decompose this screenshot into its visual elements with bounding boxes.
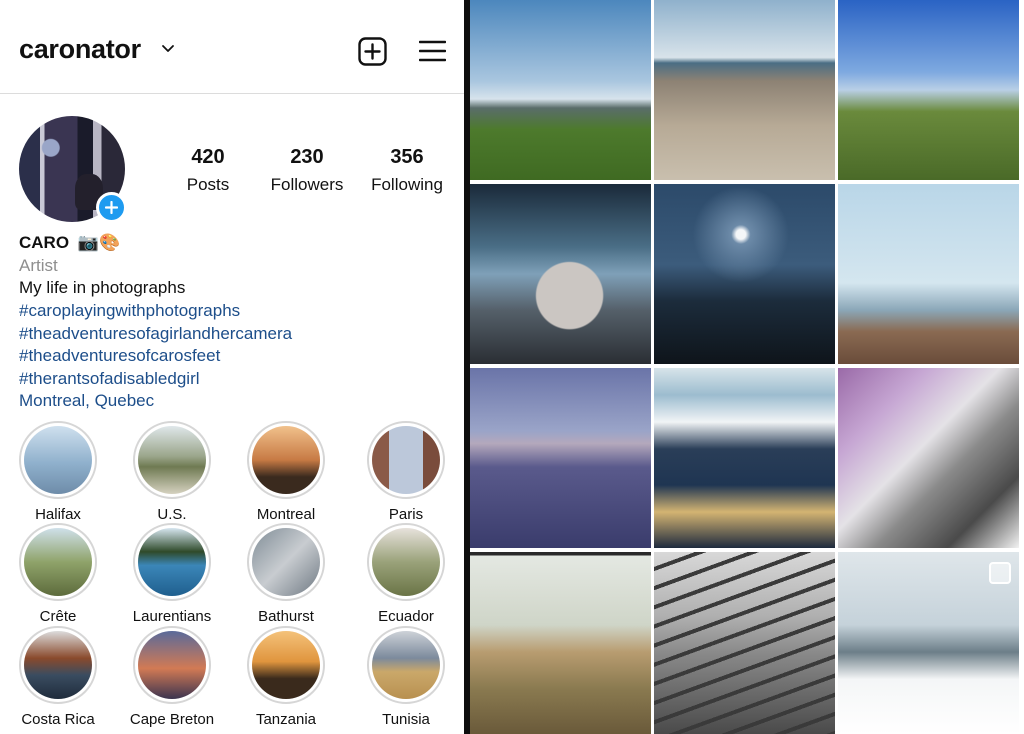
hashtag-link[interactable]: #theadventuresofagirlandhercamera bbox=[19, 323, 459, 346]
display-name: CARO bbox=[19, 233, 70, 252]
highlight-label: Bathurst bbox=[258, 608, 314, 625]
followers-count: 230 bbox=[290, 146, 324, 168]
highlight-halifax[interactable]: Halifax bbox=[14, 421, 102, 523]
highlight-ring bbox=[19, 421, 97, 499]
photo-post[interactable] bbox=[838, 368, 1019, 548]
highlight-cover bbox=[372, 631, 440, 699]
add-story-button[interactable] bbox=[96, 192, 127, 223]
location-link[interactable]: Montreal, Quebec bbox=[19, 390, 459, 413]
profile-panel: caronator 420 Posts 230 Followers 356 Fo… bbox=[0, 0, 464, 734]
highlight-cover bbox=[372, 426, 440, 494]
bio-section: CARO 📷🎨 Artist My life in photographs #c… bbox=[19, 232, 459, 413]
hashtag-link[interactable]: #theadventuresofcarosfeet bbox=[19, 345, 459, 368]
following-label: Following bbox=[371, 175, 443, 194]
highlight-crete[interactable]: Crête bbox=[14, 523, 102, 625]
posts-label: Posts bbox=[186, 175, 230, 194]
photo-post[interactable] bbox=[470, 184, 651, 364]
photo-post[interactable] bbox=[838, 0, 1019, 180]
chevron-down-icon[interactable] bbox=[160, 42, 176, 56]
highlight-ring bbox=[247, 626, 325, 704]
highlight-cover bbox=[138, 528, 206, 596]
highlight-cover bbox=[252, 631, 320, 699]
highlight-ring bbox=[19, 523, 97, 601]
highlight-ring bbox=[247, 421, 325, 499]
highlight-ring bbox=[247, 523, 325, 601]
highlight-cover bbox=[252, 528, 320, 596]
highlight-paris[interactable]: Paris bbox=[362, 421, 450, 523]
followers-label: Followers bbox=[270, 175, 344, 194]
highlight-cover bbox=[24, 528, 92, 596]
highlight-ecuador[interactable]: Ecuador bbox=[362, 523, 450, 625]
stat-followers[interactable]: 230 Followers bbox=[252, 146, 362, 195]
highlight-cape-breton[interactable]: Cape Breton bbox=[128, 626, 216, 728]
following-count: 356 bbox=[390, 146, 424, 168]
photo-post[interactable] bbox=[654, 552, 835, 734]
highlight-costa-rica[interactable]: Costa Rica bbox=[14, 626, 102, 728]
highlight-ring bbox=[133, 626, 211, 704]
highlight-label: Tanzania bbox=[255, 711, 317, 728]
highlight-ring bbox=[367, 626, 445, 704]
highlight-label: Costa Rica bbox=[21, 711, 95, 728]
profile-header: caronator bbox=[0, 0, 464, 94]
photo-post[interactable] bbox=[838, 184, 1019, 364]
plus-circle-icon bbox=[105, 201, 118, 214]
hashtag-link[interactable]: #therantsofadisabledgirl bbox=[19, 368, 459, 391]
highlight-label: Cape Breton bbox=[129, 711, 215, 728]
photo-post[interactable] bbox=[470, 0, 651, 180]
highlight-tunisia[interactable]: Tunisia bbox=[362, 626, 450, 728]
highlight-tanzania[interactable]: Tanzania bbox=[242, 626, 330, 728]
photo-post[interactable] bbox=[838, 552, 1019, 734]
highlight-cover bbox=[372, 528, 440, 596]
highlight-label: Montreal bbox=[256, 506, 316, 523]
highlight-label: Laurentians bbox=[132, 608, 212, 625]
highlight-label: Halifax bbox=[35, 506, 81, 523]
camera-palette-emoji: 📷🎨 bbox=[77, 233, 121, 253]
highlight-cover bbox=[24, 631, 92, 699]
highlight-label: Paris bbox=[388, 506, 424, 523]
highlight-laurentians[interactable]: Laurentians bbox=[128, 523, 216, 625]
bio-text: My life in photographs bbox=[19, 278, 186, 298]
stat-following[interactable]: 356 Following bbox=[352, 146, 462, 195]
highlight-label: U.S. bbox=[157, 506, 187, 523]
photo-post[interactable] bbox=[654, 368, 835, 548]
category-label: Artist bbox=[19, 255, 58, 275]
highlight-cover bbox=[252, 426, 320, 494]
photo-post[interactable] bbox=[654, 184, 835, 364]
highlight-us[interactable]: U.S. bbox=[128, 421, 216, 523]
highlight-ring bbox=[367, 421, 445, 499]
highlight-ring bbox=[133, 523, 211, 601]
highlight-cover bbox=[138, 426, 206, 494]
highlight-cover bbox=[24, 426, 92, 494]
highlight-label: Tunisia bbox=[382, 711, 430, 728]
photo-post[interactable] bbox=[470, 552, 651, 734]
highlight-cover bbox=[138, 631, 206, 699]
username-switcher[interactable]: caronator bbox=[19, 34, 141, 65]
highlight-label: Ecuador bbox=[378, 608, 434, 625]
plus-square-icon[interactable] bbox=[358, 37, 387, 66]
multiple-photos-icon bbox=[989, 562, 1011, 584]
posts-count: 420 bbox=[191, 146, 225, 168]
highlight-bathurst[interactable]: Bathurst bbox=[242, 523, 330, 625]
highlight-ring bbox=[19, 626, 97, 704]
highlight-montreal[interactable]: Montreal bbox=[242, 421, 330, 523]
hamburger-menu-icon[interactable] bbox=[419, 39, 446, 63]
photo-post[interactable] bbox=[654, 0, 835, 180]
highlight-ring bbox=[133, 421, 211, 499]
highlight-label: Crête bbox=[39, 608, 77, 625]
photo-post[interactable] bbox=[470, 368, 651, 548]
photo-grid bbox=[470, 0, 1024, 734]
hashtag-link[interactable]: #caroplayingwithphotographs bbox=[19, 300, 459, 323]
highlight-ring bbox=[367, 523, 445, 601]
stat-posts[interactable]: 420 Posts bbox=[153, 146, 263, 195]
